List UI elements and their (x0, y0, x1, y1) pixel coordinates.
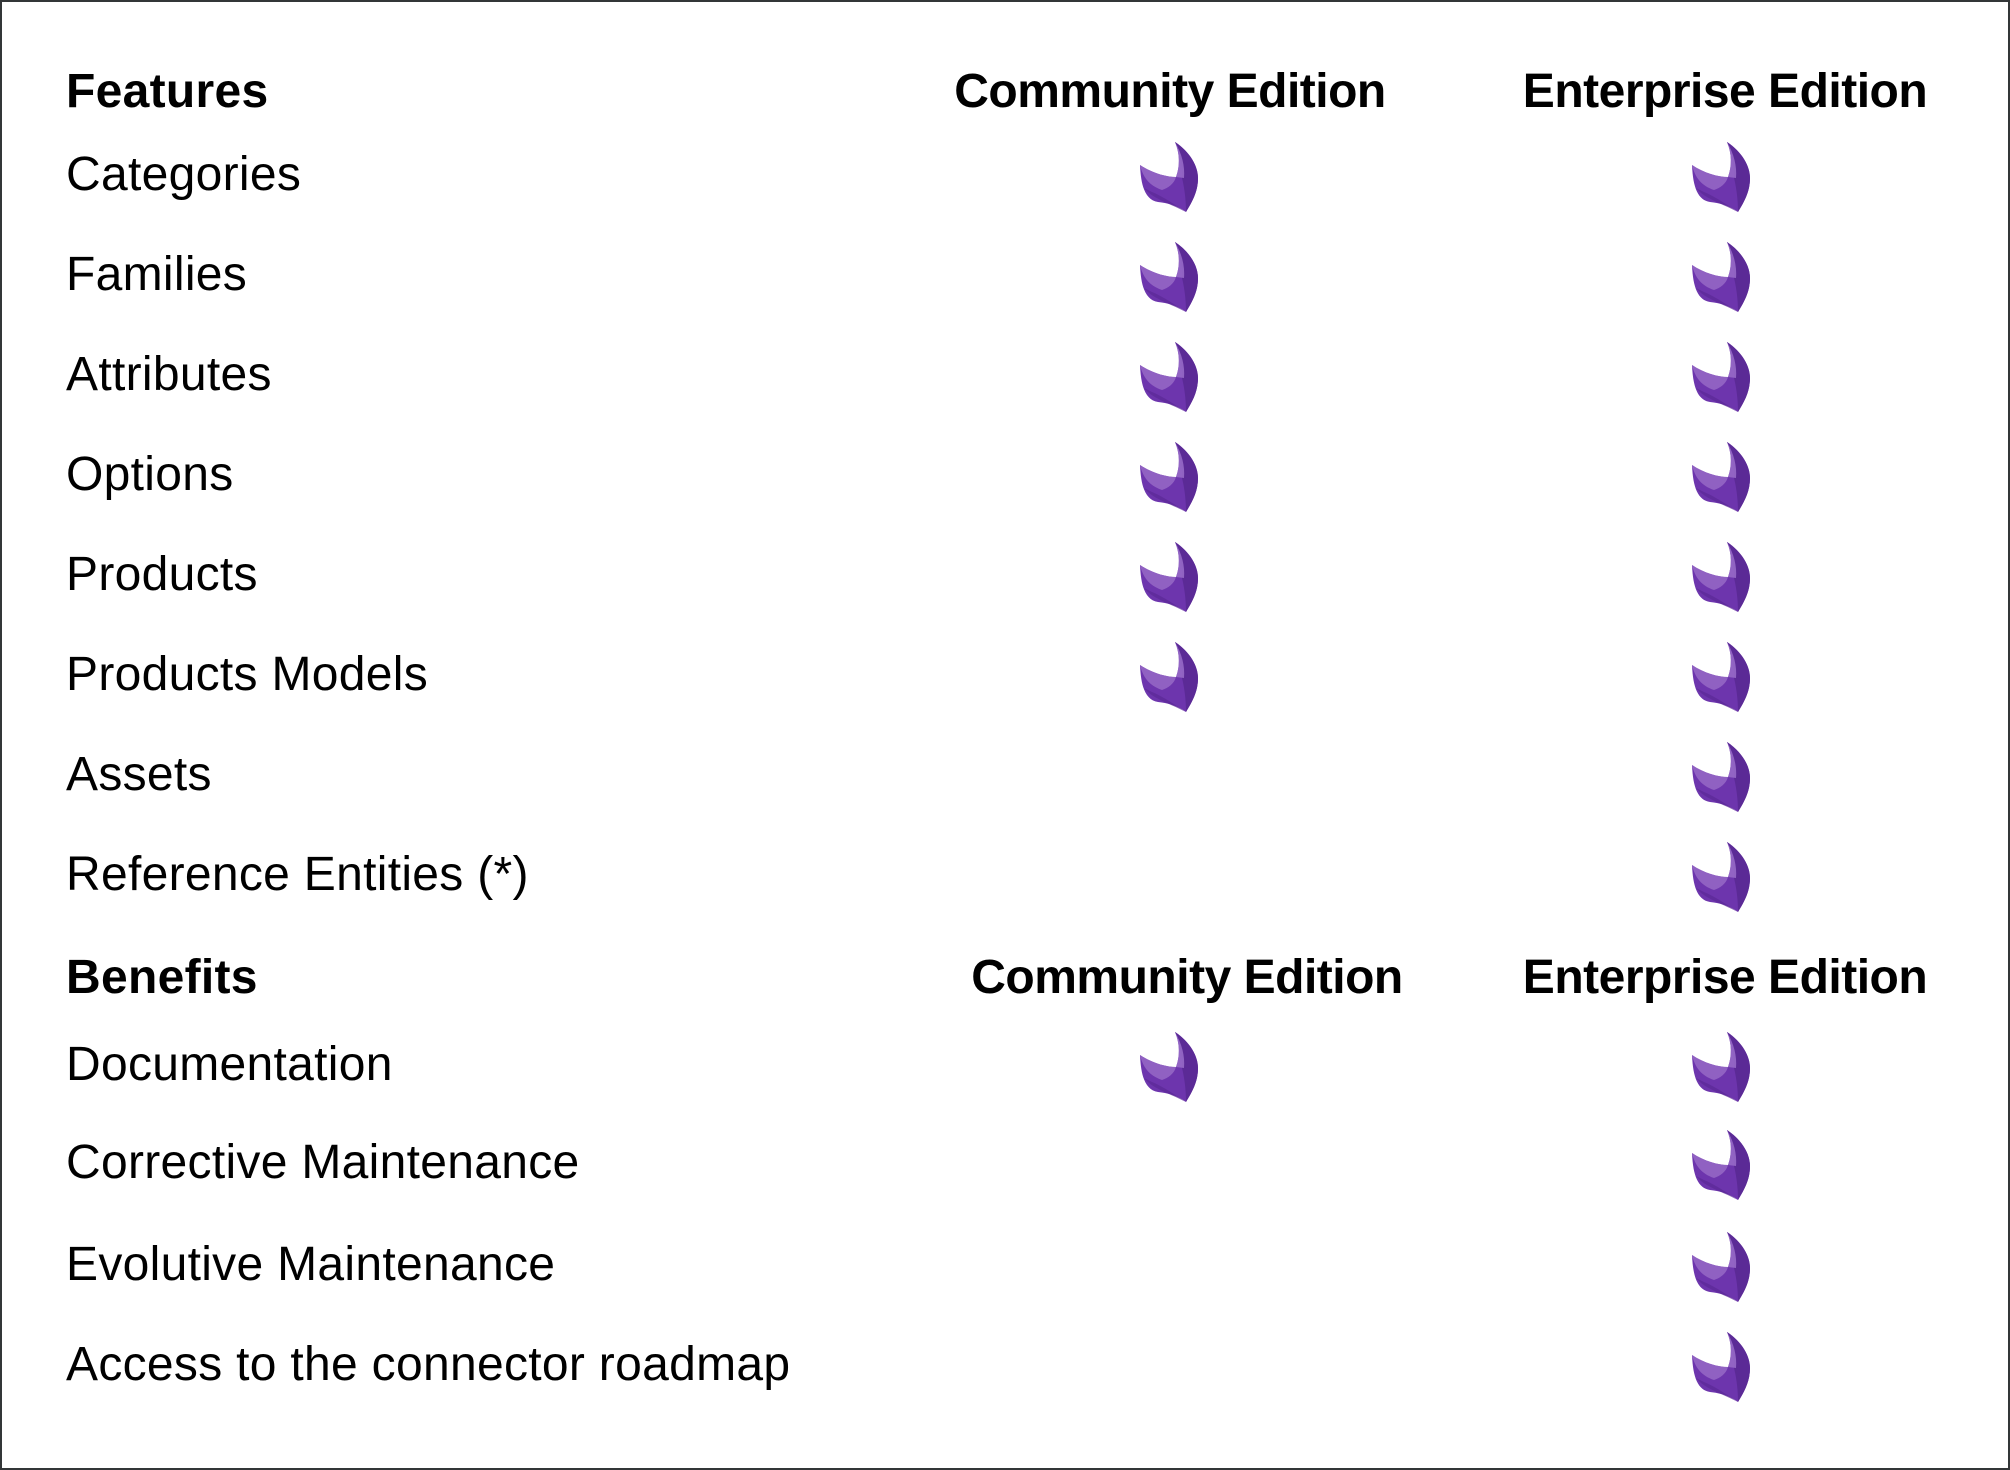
community-check (1132, 1123, 1212, 1203)
benefit-label: Access to the connector roadmap (66, 1338, 791, 1391)
feature-label: Reference Entities (*) (66, 848, 529, 901)
community-check (1132, 635, 1212, 715)
enterprise-check (1684, 335, 1764, 415)
community-check (1132, 135, 1212, 215)
akeneo-logo-check-icon (1692, 1032, 1750, 1102)
enterprise-check (1684, 835, 1764, 915)
benefit-label: Corrective Maintenance (66, 1136, 580, 1189)
akeneo-logo-check-icon (1140, 242, 1198, 312)
enterprise-check (1684, 135, 1764, 215)
community-check (1132, 1225, 1212, 1305)
feature-label: Families (66, 248, 248, 301)
feature-label: Assets (66, 748, 212, 801)
akeneo-logo-check-icon (1140, 642, 1198, 712)
community-check (1132, 235, 1212, 315)
benefit-row-documentation: Documentation (0, 1025, 2010, 1105)
akeneo-logo-check-icon (1692, 1332, 1750, 1402)
enterprise-check (1684, 535, 1764, 615)
benefit-label: Documentation (66, 1038, 393, 1091)
feature-row-options: Options (0, 435, 2010, 515)
community-edition-header: Community Edition (971, 951, 1403, 1004)
community-check (1132, 735, 1212, 815)
akeneo-logo-check-icon (1692, 542, 1750, 612)
akeneo-logo-check-icon (1140, 1032, 1198, 1102)
feature-label: Products Models (66, 648, 428, 701)
benefit-row-corrective-maintenance: Corrective Maintenance (0, 1123, 2010, 1203)
benefits-header: Benefits (66, 951, 258, 1004)
akeneo-logo-check-icon (1692, 742, 1750, 812)
feature-row-families: Families (0, 235, 2010, 315)
akeneo-logo-check-icon (1692, 142, 1750, 212)
benefit-row-evolutive-maintenance: Evolutive Maintenance (0, 1225, 2010, 1305)
community-check (1132, 1325, 1212, 1405)
enterprise-edition-header: Enterprise Edition (1522, 951, 1928, 1004)
enterprise-check (1684, 1325, 1764, 1405)
features-header: Features (66, 65, 269, 118)
feature-row-attributes: Attributes (0, 335, 2010, 415)
community-edition-header: Community Edition (954, 65, 1386, 118)
enterprise-check (1684, 735, 1764, 815)
feature-row-categories: Categories (0, 135, 2010, 215)
enterprise-check (1684, 1025, 1764, 1105)
feature-row-assets: Assets (0, 735, 2010, 815)
enterprise-check (1684, 435, 1764, 515)
enterprise-check (1684, 235, 1764, 315)
akeneo-logo-check-icon (1692, 842, 1750, 912)
akeneo-logo-check-icon (1692, 242, 1750, 312)
feature-row-reference-entities: Reference Entities (*) (0, 835, 2010, 915)
feature-label: Categories (66, 148, 302, 201)
enterprise-check (1684, 635, 1764, 715)
feature-row-products: Products (0, 535, 2010, 615)
akeneo-logo-check-icon (1140, 442, 1198, 512)
community-check (1132, 835, 1212, 915)
akeneo-logo-check-icon (1692, 442, 1750, 512)
community-check (1132, 1025, 1212, 1105)
feature-row-products-models: Products Models (0, 635, 2010, 715)
feature-label: Options (66, 448, 234, 501)
community-check (1132, 535, 1212, 615)
akeneo-logo-check-icon (1140, 542, 1198, 612)
akeneo-logo-check-icon (1692, 1130, 1750, 1200)
akeneo-logo-check-icon (1140, 342, 1198, 412)
akeneo-logo-check-icon (1692, 642, 1750, 712)
feature-label: Products (66, 548, 258, 601)
akeneo-logo-check-icon (1140, 142, 1198, 212)
community-check (1132, 435, 1212, 515)
akeneo-logo-check-icon (1692, 1232, 1750, 1302)
enterprise-check (1684, 1225, 1764, 1305)
community-check (1132, 335, 1212, 415)
benefit-row-connector-roadmap: Access to the connector roadmap (0, 1325, 2010, 1405)
feature-label: Attributes (66, 348, 272, 401)
enterprise-check (1684, 1123, 1764, 1203)
akeneo-logo-check-icon (1692, 342, 1750, 412)
benefits-header-row: Benefits Community Edition Enterprise Ed… (0, 938, 2010, 1018)
enterprise-edition-header: Enterprise Edition (1522, 65, 1928, 118)
benefit-label: Evolutive Maintenance (66, 1238, 556, 1291)
features-header-row: Features Community Edition Enterprise Ed… (0, 52, 2010, 132)
